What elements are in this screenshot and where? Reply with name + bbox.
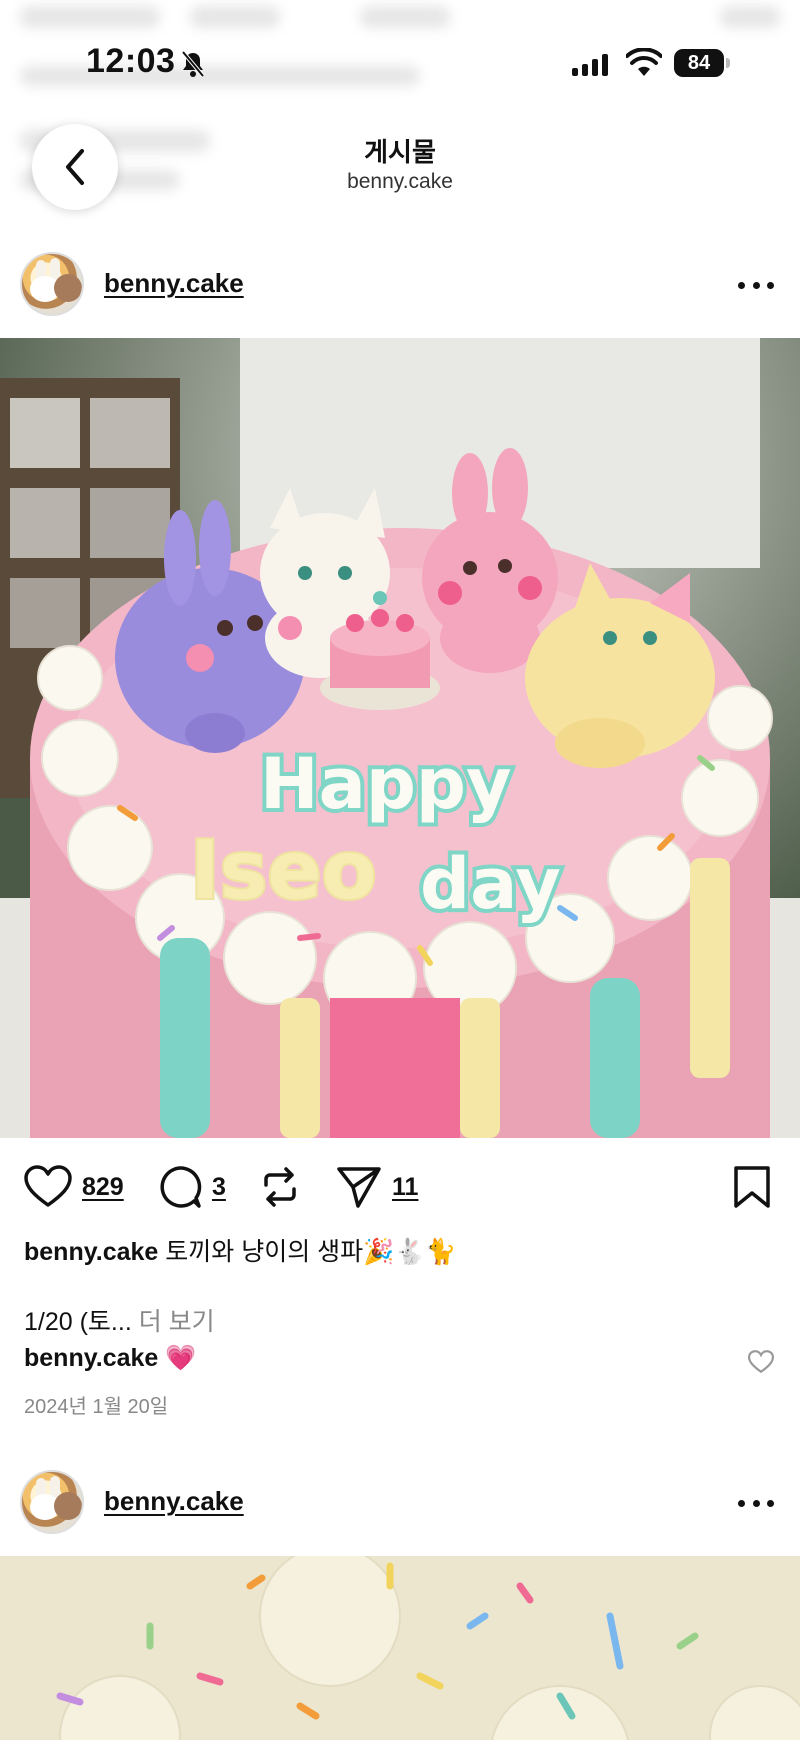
post-actions: 829 3 11 (0, 1160, 800, 1214)
post-header: benny.cake (0, 1462, 800, 1542)
comment-row: benny.cake 💗 (24, 1344, 196, 1373)
post-photo[interactable]: Happy Iseo day (0, 338, 800, 1138)
page-title: 게시물 (364, 137, 436, 167)
cake-photo-illustration: Happy Iseo day (0, 338, 800, 1138)
page-subtitle: benny.cake (347, 170, 453, 193)
post-caption: benny.cake 토끼와 냥이의 생파🎉🐇🐈 (24, 1232, 457, 1268)
cellular-signal-icon (572, 52, 608, 76)
status-time: 12:03 (86, 42, 176, 80)
repost-icon (264, 1167, 296, 1207)
caption-truncated: 1/20 (토... 더 보기 (24, 1302, 215, 1338)
caption-username[interactable]: benny.cake (24, 1238, 158, 1266)
like-count[interactable]: 829 (82, 1173, 124, 1202)
comment-text: 💗 (165, 1344, 197, 1372)
battery-tip (726, 58, 730, 68)
comment-count[interactable]: 3 (212, 1173, 226, 1202)
comment-bubble-icon (160, 1166, 202, 1208)
wifi-icon (626, 48, 662, 76)
status-bar: 12:03 84 (0, 0, 800, 120)
share-count[interactable]: 11 (392, 1173, 418, 1202)
caption-text: 토끼와 냥이의 생파🎉🐇🐈 (165, 1238, 457, 1266)
battery-indicator: 84 (674, 49, 724, 77)
comment-like-heart-icon[interactable] (748, 1350, 774, 1374)
svg-text:Iseo: Iseo (190, 824, 377, 917)
post-header: benny.cake (0, 244, 800, 324)
post-date: 2024년 1월 20일 (24, 1396, 169, 1418)
post-username[interactable]: benny.cake (104, 1486, 244, 1517)
repost-action[interactable] (258, 1160, 302, 1214)
post-photo[interactable] (0, 1556, 800, 1740)
comment-action[interactable]: 3 (158, 1160, 226, 1214)
send-icon (337, 1167, 381, 1208)
svg-text:Happy: Happy (260, 743, 512, 825)
more-options-icon[interactable] (738, 280, 774, 290)
caption-more-prefix: 1/20 (토... (24, 1308, 132, 1336)
svg-text:day: day (420, 843, 561, 925)
avatar[interactable] (20, 1470, 84, 1534)
avatar[interactable] (20, 252, 84, 316)
like-action[interactable]: 829 (24, 1160, 124, 1214)
more-link[interactable]: 더 보기 (139, 1308, 215, 1336)
share-action[interactable]: 11 (336, 1160, 418, 1214)
comment-username[interactable]: benny.cake (24, 1344, 158, 1372)
post-username[interactable]: benny.cake (104, 268, 244, 299)
bookmark-icon (734, 1166, 770, 1208)
save-action[interactable] (732, 1160, 772, 1214)
cake-photo-illustration (0, 1556, 800, 1740)
more-options-icon[interactable] (738, 1498, 774, 1508)
heart-icon (24, 1165, 72, 1207)
silent-bell-icon (181, 50, 205, 78)
